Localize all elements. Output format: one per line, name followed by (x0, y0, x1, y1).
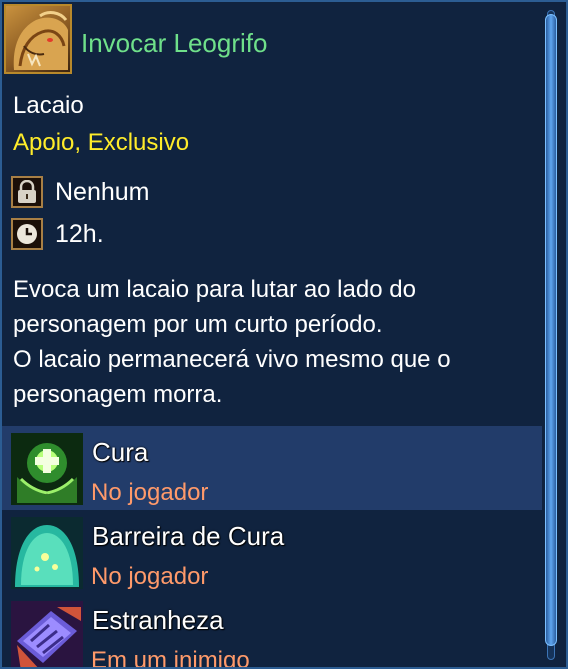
skill-tags: Apoio, Exclusivo (13, 129, 190, 156)
heal-barrier-icon (11, 517, 83, 589)
skill-description: Evoca um lacaio para lutar ao lado do pe… (13, 272, 533, 412)
skill-type: Lacaio (13, 92, 84, 119)
tooltip-header: Invocar Leogrifo (2, 2, 542, 78)
ability-item-estranheza[interactable]: Estranheza Em um inimigo (2, 594, 542, 669)
ability-name: Barreira de Cura (92, 521, 285, 551)
description-line: personagem morra. (13, 381, 223, 408)
scrollbar-thumb[interactable] (545, 14, 557, 646)
skill-title: Invocar Leogrifo (81, 28, 268, 58)
requirement-row: Nenhum (11, 175, 150, 209)
duration-value: 12h. (55, 219, 104, 248)
ability-target: No jogador (91, 479, 209, 506)
description-line: personagem por um curto período. (13, 311, 383, 338)
griffin-portrait-icon (4, 4, 72, 74)
clock-icon (11, 218, 43, 250)
description-line: O lacaio permanecerá vivo mesmo que o (13, 346, 451, 373)
weird-book-icon (11, 601, 83, 667)
skill-tooltip: Invocar Leogrifo Lacaio Apoio, Exclusivo… (0, 0, 568, 669)
duration-row: 12h. (11, 217, 104, 251)
requirement-value: Nenhum (55, 177, 150, 206)
ability-name: Estranheza (92, 605, 224, 635)
ability-target: No jogador (91, 563, 209, 590)
ability-target: Em um inimigo (91, 647, 250, 669)
vertical-scrollbar[interactable] (544, 10, 558, 660)
description-line: Evoca um lacaio para lutar ao lado do (13, 276, 416, 303)
ability-list: Cura No jogador Barreira de Cura No joga… (2, 426, 542, 669)
ability-item-barreira-de-cura[interactable]: Barreira de Cura No jogador (2, 510, 542, 594)
lock-icon (11, 176, 43, 208)
heal-hands-icon (11, 433, 83, 505)
ability-name: Cura (92, 437, 149, 467)
ability-item-cura[interactable]: Cura No jogador (2, 426, 542, 510)
